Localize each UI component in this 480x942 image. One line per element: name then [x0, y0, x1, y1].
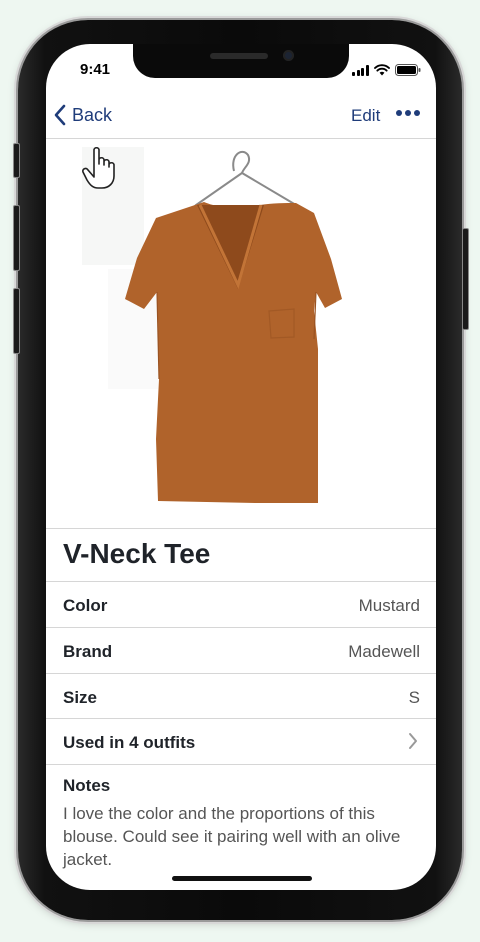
item-image — [46, 139, 436, 528]
edit-button[interactable]: Edit — [351, 106, 380, 126]
v-neck-tee-illustration — [82, 147, 342, 503]
wifi-icon — [373, 64, 390, 76]
more-options-icon[interactable] — [396, 110, 420, 116]
battery-icon — [394, 64, 420, 76]
status-icons — [352, 64, 421, 76]
row-divider — [46, 764, 436, 765]
image-divider — [46, 528, 436, 529]
volume-down-button — [13, 288, 20, 354]
notes-label: Notes — [63, 776, 111, 795]
power-button — [462, 228, 469, 330]
color-value: Mustard — [358, 596, 420, 615]
brand-value: Madewell — [348, 642, 420, 661]
front-camera — [283, 50, 294, 61]
chevron-right-icon[interactable] — [408, 732, 418, 750]
color-label: Color — [63, 596, 108, 615]
earpiece-speaker — [210, 53, 268, 59]
cellular-signal-icon — [352, 64, 369, 76]
status-time: 9:41 — [80, 61, 111, 78]
hand-cursor-icon — [82, 146, 115, 189]
back-button-label: Back — [72, 104, 113, 125]
chevron-left-icon — [54, 104, 66, 126]
used-in-outfits-row[interactable]: Used in 4 outfits — [63, 733, 195, 753]
silent-switch — [13, 143, 20, 178]
notes-text: I love the color and the proportions of … — [63, 804, 401, 869]
volume-up-button — [13, 205, 20, 271]
row-divider — [46, 581, 436, 582]
brand-label: Brand — [63, 642, 113, 661]
home-indicator[interactable] — [172, 876, 312, 881]
size-label: Size — [63, 688, 98, 707]
size-value: S — [408, 688, 420, 707]
back-button[interactable]: Back — [54, 104, 112, 126]
notch — [133, 44, 349, 78]
item-title: V-Neck Tee — [63, 538, 211, 569]
row-divider — [46, 718, 436, 719]
row-divider — [46, 673, 436, 674]
row-divider — [46, 627, 436, 628]
